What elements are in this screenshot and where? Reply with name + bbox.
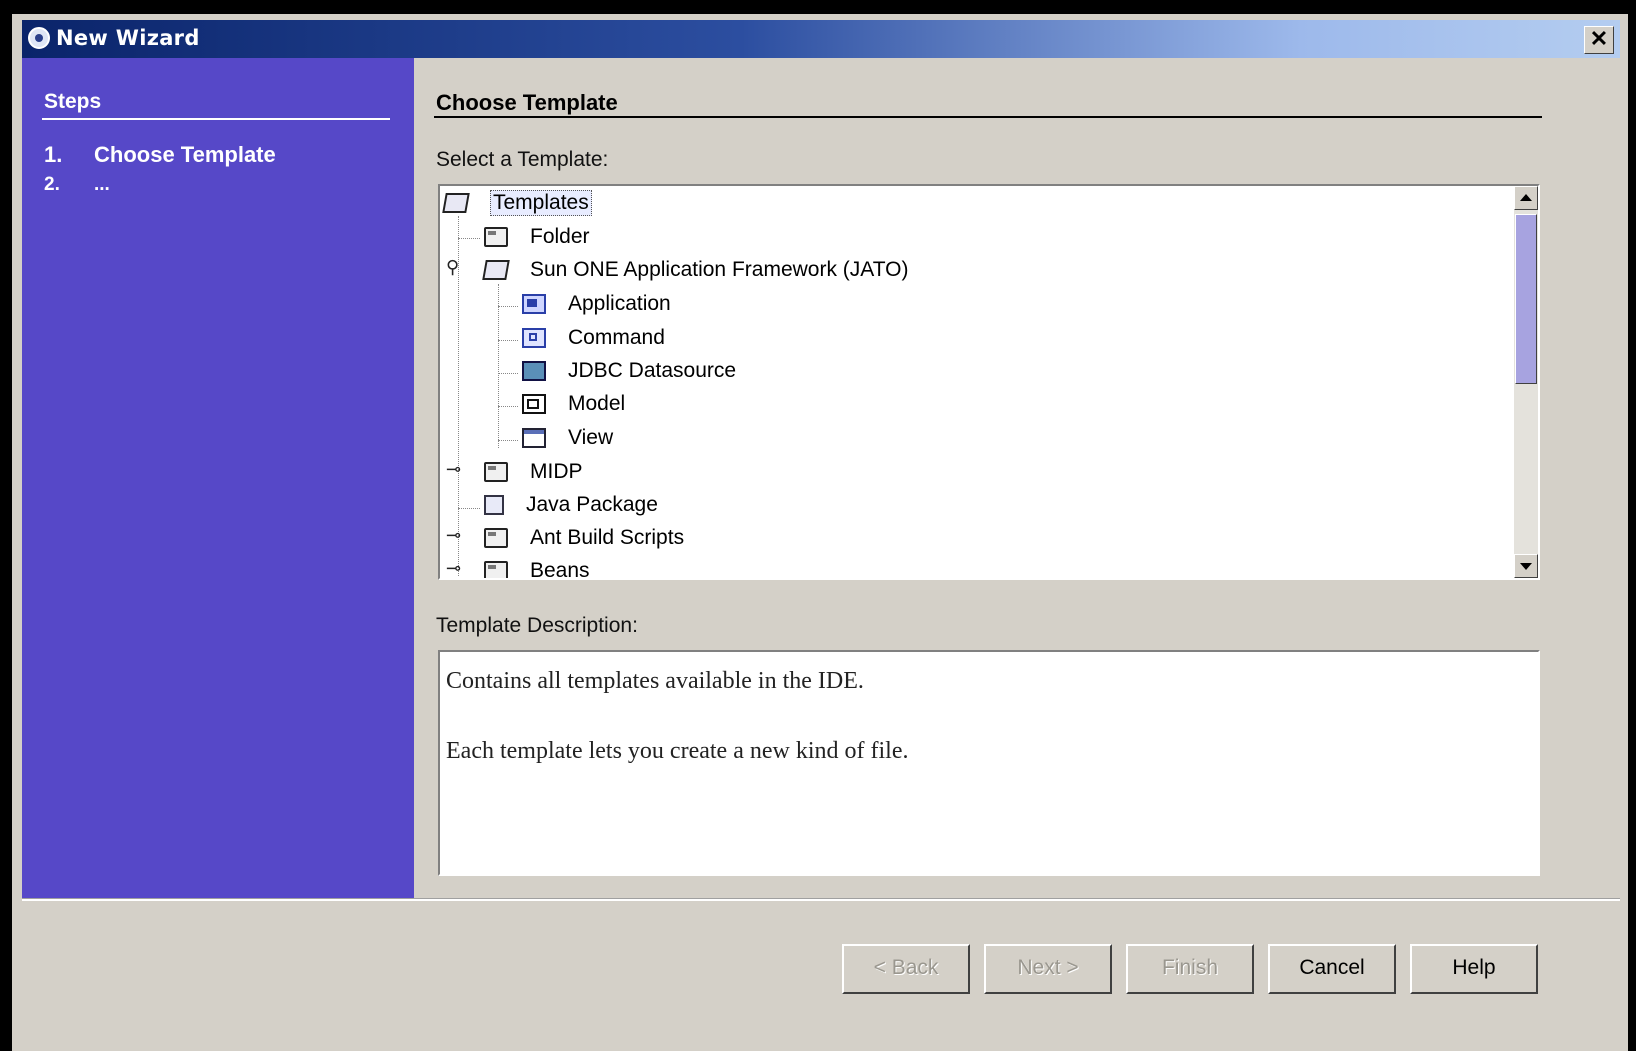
- scroll-down-button[interactable]: [1514, 554, 1538, 578]
- steps-panel: Steps 1. Choose Template 2....: [22, 58, 414, 900]
- collapsed-toggle-icon[interactable]: ⊸: [446, 460, 464, 478]
- tree-node-java-package[interactable]: Java Package: [484, 490, 658, 520]
- tree-node-folder[interactable]: Folder: [484, 222, 590, 252]
- tree-vertical-scrollbar[interactable]: [1514, 186, 1538, 578]
- tree-node-beans[interactable]: Beans: [484, 556, 590, 580]
- app-icon: [28, 27, 50, 49]
- tree-node-label: JDBC Datasource: [568, 359, 737, 382]
- folder-icon: [484, 462, 508, 482]
- select-template-label: Select a Template:: [436, 148, 609, 171]
- package-icon: [484, 495, 504, 515]
- step-item-2: 2....: [44, 174, 110, 196]
- application-icon: [522, 294, 546, 314]
- close-button[interactable]: ✕: [1584, 26, 1614, 54]
- next-button[interactable]: Next >: [984, 944, 1112, 994]
- template-description-label: Template Description:: [436, 614, 638, 637]
- tree-node-command[interactable]: Command: [522, 323, 665, 353]
- tree-node-jdbc-datasource[interactable]: JDBC Datasource: [522, 356, 736, 386]
- open-folder-icon: [442, 193, 470, 213]
- title-bar[interactable]: New Wizard ✕: [22, 20, 1620, 58]
- tree-node-application[interactable]: Application: [522, 289, 671, 319]
- tree-guide-line: [498, 340, 518, 341]
- step-number: 2.: [44, 174, 60, 195]
- template-tree[interactable]: Templates Folder ⚲ Sun ONE Application F…: [438, 184, 1540, 580]
- tree-node-label: Application: [568, 292, 671, 315]
- scroll-thumb[interactable]: [1515, 214, 1537, 384]
- command-icon: [522, 328, 546, 348]
- tree-guide-line: [498, 373, 518, 374]
- button-bar: < Back Next > Finish Cancel Help: [12, 890, 1628, 1051]
- collapsed-toggle-icon[interactable]: ⊸: [446, 526, 464, 544]
- description-line-1: Contains all templates available in the …: [446, 668, 864, 694]
- tree-node-model[interactable]: Model: [522, 389, 625, 419]
- step-label: Choose Template: [94, 142, 276, 167]
- tree-node-label: Sun ONE Application Framework (JATO): [530, 258, 909, 281]
- open-folder-icon: [482, 260, 510, 280]
- step-item-1: 1. Choose Template: [44, 142, 276, 168]
- tree-node-label: Ant Build Scripts: [530, 526, 685, 549]
- jdbc-datasource-icon: [522, 361, 546, 381]
- tree-guide-line: [498, 284, 499, 448]
- cancel-button[interactable]: Cancel: [1268, 944, 1396, 994]
- collapsed-toggle-icon[interactable]: ⊸: [446, 559, 464, 577]
- title-divider: [434, 116, 1542, 118]
- folder-icon: [484, 227, 508, 247]
- main-panel: Choose Template Select a Template: Templ…: [426, 58, 1616, 900]
- finish-button[interactable]: Finish: [1126, 944, 1254, 994]
- tree-node-label: Beans: [530, 559, 590, 580]
- button-bar-divider: [22, 898, 1620, 901]
- tree-node-view[interactable]: View: [522, 423, 613, 453]
- tree-node-ant-build-scripts[interactable]: Ant Build Scripts: [484, 523, 684, 553]
- tree-node-label: MIDP: [530, 460, 583, 483]
- steps-title: Steps: [44, 90, 102, 113]
- scroll-up-button[interactable]: [1514, 186, 1538, 210]
- tree-node-label: View: [568, 426, 614, 449]
- back-button[interactable]: < Back: [842, 944, 970, 994]
- tree-guide-line: [498, 440, 518, 441]
- tree-node-label: Java Package: [526, 493, 658, 516]
- help-button[interactable]: Help: [1410, 944, 1538, 994]
- tree-node-templates[interactable]: Templates: [442, 188, 592, 218]
- tree-node-label: Templates: [490, 190, 592, 216]
- folder-icon: [484, 528, 508, 548]
- description-line-2: Each template lets you create a new kind…: [446, 738, 909, 764]
- step-number: 1.: [44, 142, 63, 167]
- tree-guide-line: [458, 238, 480, 239]
- template-description-box: Contains all templates available in the …: [438, 650, 1540, 876]
- tree-guide-line: [498, 406, 518, 407]
- step-label: ...: [94, 174, 110, 195]
- tree-node-label: Folder: [530, 225, 590, 248]
- window-title: New Wizard: [56, 26, 200, 50]
- steps-divider: [42, 118, 390, 120]
- page-title: Choose Template: [436, 90, 618, 115]
- tree-node-jato[interactable]: Sun ONE Application Framework (JATO): [482, 255, 909, 285]
- tree-guide-line: [498, 306, 518, 307]
- folder-icon: [484, 561, 508, 578]
- new-wizard-dialog: New Wizard ✕ Steps 1. Choose Template 2..…: [12, 14, 1628, 1051]
- expanded-toggle-icon[interactable]: ⚲: [446, 258, 464, 276]
- tree-node-label: Model: [568, 392, 626, 415]
- tree-node-midp[interactable]: MIDP: [484, 457, 583, 487]
- model-icon: [522, 394, 546, 414]
- view-icon: [522, 428, 546, 448]
- tree-node-label: Command: [568, 326, 665, 349]
- tree-guide-line: [458, 508, 480, 509]
